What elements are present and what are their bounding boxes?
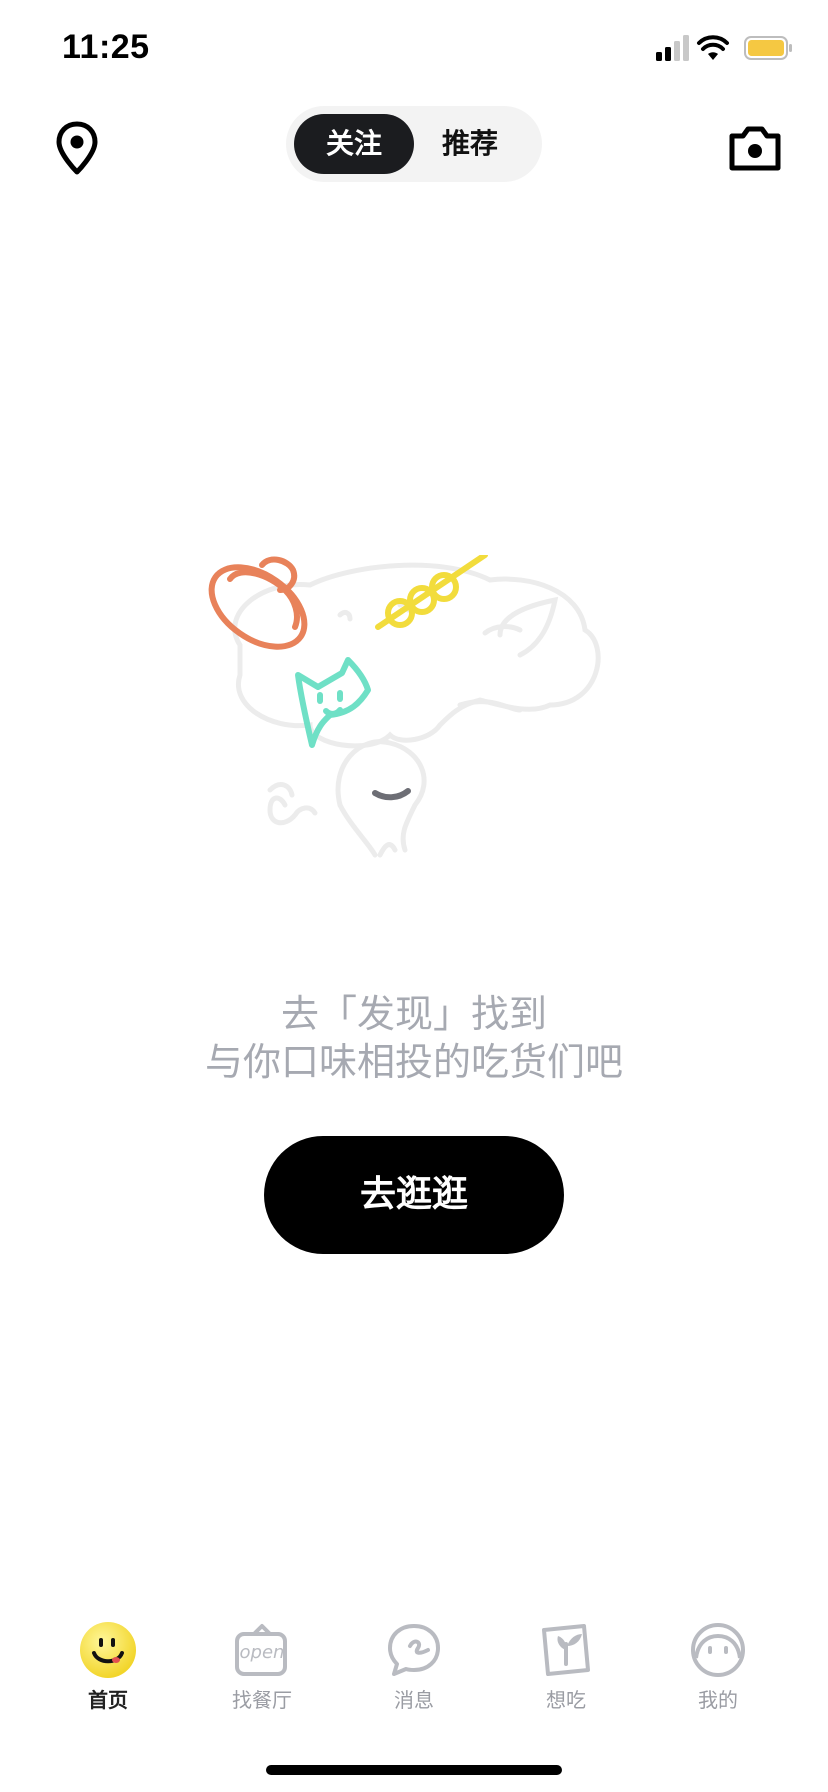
top-bar: 关注 推荐: [0, 100, 828, 196]
home-indicator[interactable]: [266, 1765, 562, 1775]
explore-button[interactable]: 去逛逛: [264, 1136, 564, 1254]
tab-want-to-eat-label: 想吃: [546, 1688, 586, 1712]
bowl-icon: [208, 556, 308, 650]
tab-want-to-eat[interactable]: 想吃: [506, 1610, 626, 1720]
location-button[interactable]: [52, 120, 102, 178]
empty-state-line2: 与你口味相投的吃货们吧: [204, 1040, 623, 1084]
empty-state-illustration: [200, 552, 630, 935]
tab-messages-label: 消息: [394, 1688, 434, 1712]
map-pin-icon: [56, 121, 98, 175]
status-bar: 11:25: [0, 0, 828, 100]
tab-messages[interactable]: 消息: [354, 1610, 474, 1720]
empty-state-message: 去「发现」找到 与你口味相投的吃货们吧: [0, 990, 828, 1086]
wifi-icon: [697, 35, 729, 60]
feed-switcher: 关注 推荐: [286, 106, 542, 182]
tab-me-label: 我的: [698, 1688, 738, 1712]
sprout-icon: [542, 1624, 590, 1676]
status-icons: [656, 34, 796, 64]
profile-face-icon: [691, 1623, 745, 1677]
camera-button[interactable]: [726, 120, 784, 178]
tab-home[interactable]: 首页: [48, 1610, 168, 1720]
camera-icon: [729, 126, 781, 171]
bottom-tab-bar: 首页 open 找餐厅 消息 想吃 我的: [0, 1610, 828, 1720]
smiley-icon: [80, 1622, 136, 1678]
svg-text:open: open: [240, 1642, 285, 1663]
open-sign-icon: open: [235, 1624, 287, 1676]
tab-home-label: 首页: [88, 1688, 128, 1712]
cellular-signal-icon: [656, 35, 689, 61]
tab-recommended[interactable]: 推荐: [410, 114, 530, 174]
cat-icon: [295, 657, 371, 748]
tab-find-restaurant[interactable]: open 找餐厅: [202, 1610, 322, 1720]
tab-following[interactable]: 关注: [294, 114, 414, 174]
chat-bubble-icon: [388, 1624, 440, 1676]
battery-icon: [744, 36, 792, 60]
tab-me[interactable]: 我的: [658, 1610, 778, 1720]
empty-state-line1: 去「发现」找到: [280, 992, 547, 1036]
tab-find-restaurant-label: 找餐厅: [232, 1688, 292, 1712]
status-time: 11:25: [62, 28, 150, 66]
